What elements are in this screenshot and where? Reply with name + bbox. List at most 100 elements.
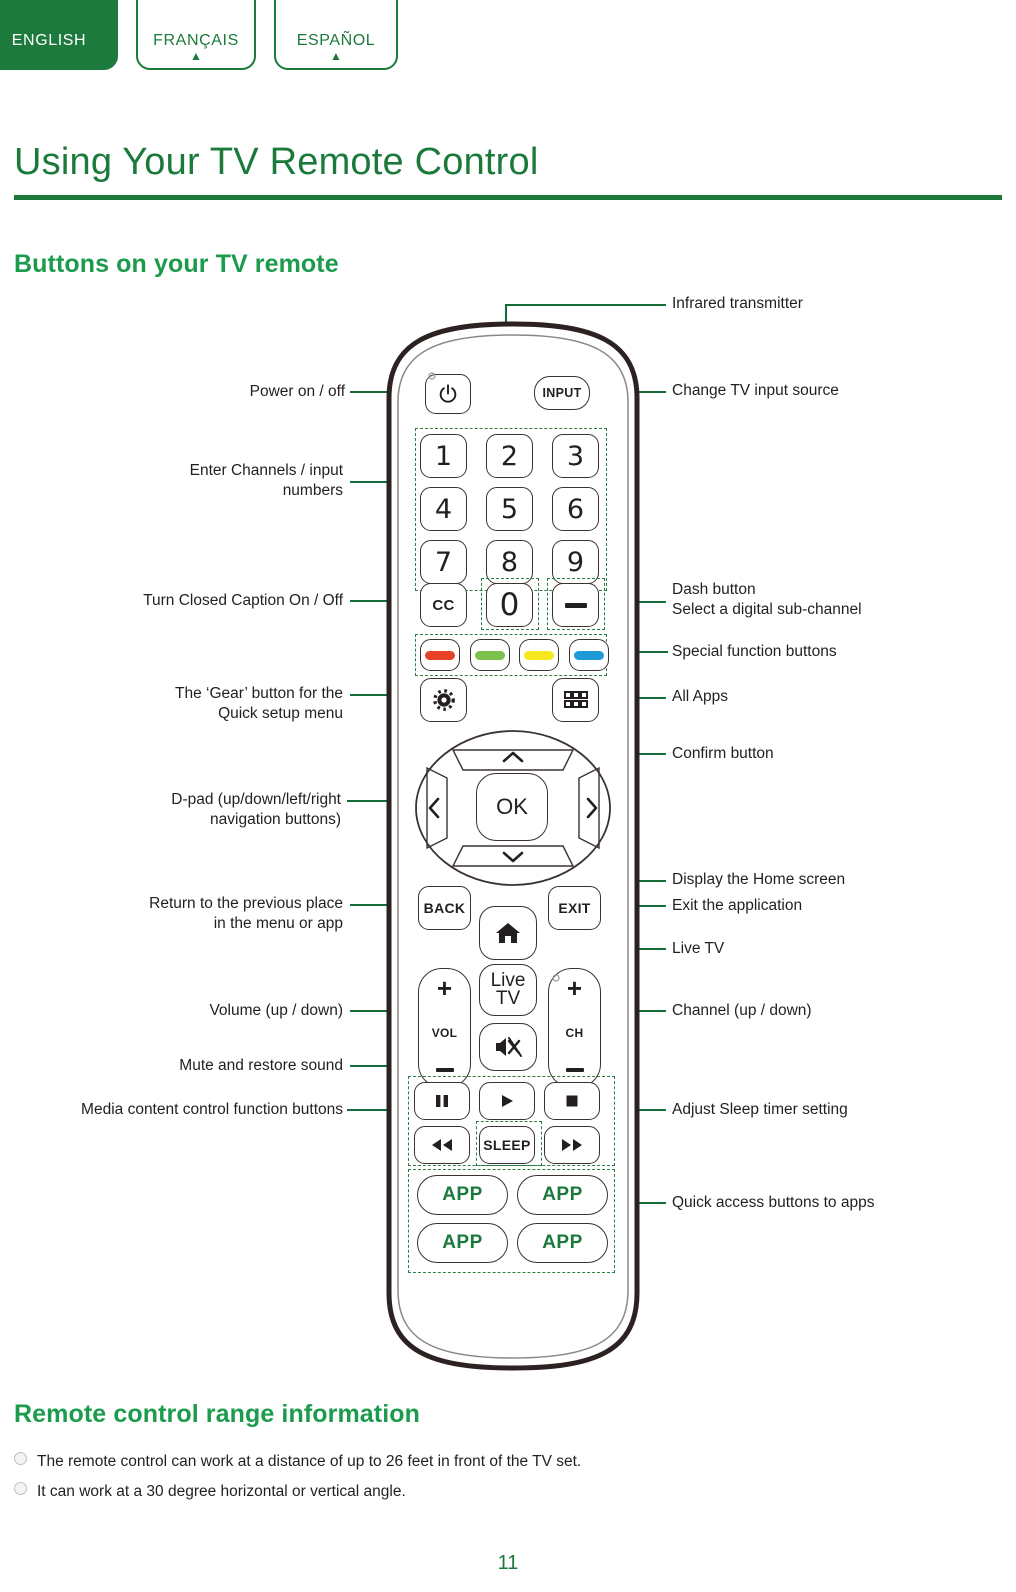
input-button[interactable]: INPUT [534,376,590,410]
back-button[interactable]: BACK [418,886,471,930]
bullet-dot-icon [14,1482,27,1495]
dpad-down-button[interactable] [447,842,579,872]
number-button-6[interactable]: 6 [552,487,599,531]
chevron-right-icon [586,797,598,819]
callout-media-controls: Media content control function buttons [81,1101,343,1118]
blue-chip-icon [574,650,604,660]
section-heading-buttons: Buttons on your TV remote [14,250,339,278]
grid-apps-icon [563,691,588,708]
chevron-down-icon [502,851,524,863]
language-tab-francais-label: FRANÇAIS [153,32,239,49]
sleep-button[interactable]: SLEEP [479,1126,535,1164]
callout-special-function: Special function buttons [672,643,837,660]
pause-icon [436,1095,448,1107]
mute-icon [496,1037,522,1057]
play-button[interactable] [479,1082,535,1120]
callout-volume: Volume (up / down) [209,1002,343,1019]
forward-icon [562,1139,582,1151]
volume-label: VOL [431,1026,458,1040]
red-chip-icon [425,650,455,660]
callout-all-apps: All Apps [672,688,729,705]
pause-button[interactable] [414,1082,470,1120]
mute-button[interactable] [479,1023,537,1071]
section-heading-range: Remote control range information [14,1400,421,1428]
channel-down-icon[interactable] [565,1068,584,1072]
callout-sleep-timer: Adjust Sleep timer setting [672,1101,848,1118]
dash-icon [564,602,587,608]
rewind-icon [432,1139,452,1151]
channel-rocker[interactable]: + CH [548,968,601,1088]
yellow-chip-icon [524,650,554,660]
power-icon [439,384,457,403]
page-number: 11 [497,1552,519,1574]
dash-button[interactable] [552,583,599,627]
chevron-up-icon: ▲ [330,49,342,63]
callout-quick-access-apps: Quick access buttons to apps [672,1194,875,1211]
app-button-3[interactable]: APP [417,1223,508,1263]
number-button-3[interactable]: 3 [552,434,599,478]
app-button-1[interactable]: APP [417,1175,508,1215]
language-tab-english-label: ENGLISH [11,32,87,49]
callout-change-input-source: Change TV input source [672,382,839,399]
number-button-1[interactable]: 1 [420,434,467,478]
color-button-red[interactable] [420,639,460,671]
rewind-button[interactable] [414,1126,470,1164]
ok-confirm-button[interactable]: OK [476,773,548,841]
number-button-4[interactable]: 4 [420,487,467,531]
live-tv-button[interactable]: Live TV [479,964,537,1016]
callout-dpad: D-pad (up/down/left/right navigation but… [171,791,341,828]
stop-button[interactable] [544,1082,600,1120]
language-tab-francais[interactable]: FRANÇAIS ▲ [136,0,256,70]
bullet-dot-icon [14,1452,27,1465]
channel-led-icon [552,974,560,982]
language-tab-bar: ENGLISH FRANÇAIS ▲ ESPAÑOL ▲ [0,0,1016,70]
callout-dash-button: Dash button Select a digital sub-channel [672,581,862,618]
callout-home-screen: Display the Home screen [672,871,846,888]
callout-enter-channels: Enter Channels / input numbers [189,462,343,499]
range-bullet-1-text: The remote control can work at a distanc… [37,1453,582,1470]
callout-channel: Channel (up / down) [672,1002,812,1019]
number-button-2[interactable]: 2 [486,434,533,478]
color-button-blue[interactable] [569,639,609,671]
power-led-icon [428,372,436,380]
dpad-left-button[interactable] [419,778,449,838]
stop-icon [566,1095,578,1107]
callout-live-tv: Live TV [672,940,725,957]
title-divider [14,195,1002,200]
closed-caption-button[interactable]: CC [420,583,467,627]
color-button-yellow[interactable] [519,639,559,671]
language-tab-espanol[interactable]: ESPAÑOL ▲ [274,0,398,70]
dpad-right-button[interactable] [577,778,607,838]
channel-up-icon[interactable]: + [567,975,582,1001]
home-button[interactable] [479,906,537,960]
volume-down-icon[interactable] [435,1068,454,1072]
color-button-green[interactable] [470,639,510,671]
volume-up-icon[interactable]: + [437,975,452,1001]
live-tv-line-2: TV [495,988,521,1009]
home-icon [496,923,520,943]
forward-button[interactable] [544,1126,600,1164]
callout-back: Return to the previous place in the menu… [149,895,343,932]
callout-exit-application: Exit the application [672,897,803,914]
gear-icon [432,689,455,711]
callout-confirm-button: Confirm button [672,745,774,762]
number-button-7[interactable]: 7 [420,540,467,584]
range-bullet-2: It can work at a 30 degree horizontal or… [14,1482,406,1501]
language-tab-english[interactable]: ENGLISH [0,0,118,70]
dpad-up-button[interactable] [447,742,579,772]
volume-rocker[interactable]: + VOL [418,968,471,1088]
chevron-up-icon: ▲ [190,49,202,63]
language-tab-espanol-label: ESPAÑOL [296,32,376,49]
range-bullet-1: The remote control can work at a distanc… [14,1452,581,1471]
app-button-2[interactable]: APP [517,1175,608,1215]
chevron-left-icon [428,797,440,819]
exit-button[interactable]: EXIT [548,886,601,930]
number-button-0[interactable]: 0 [486,583,533,627]
gear-quick-setup-button[interactable] [420,678,467,722]
all-apps-button[interactable] [552,678,599,722]
range-bullet-2-text: It can work at a 30 degree horizontal or… [37,1483,406,1500]
play-icon [502,1095,513,1107]
app-button-4[interactable]: APP [517,1223,608,1263]
green-chip-icon [475,650,505,660]
number-button-5[interactable]: 5 [486,487,533,531]
